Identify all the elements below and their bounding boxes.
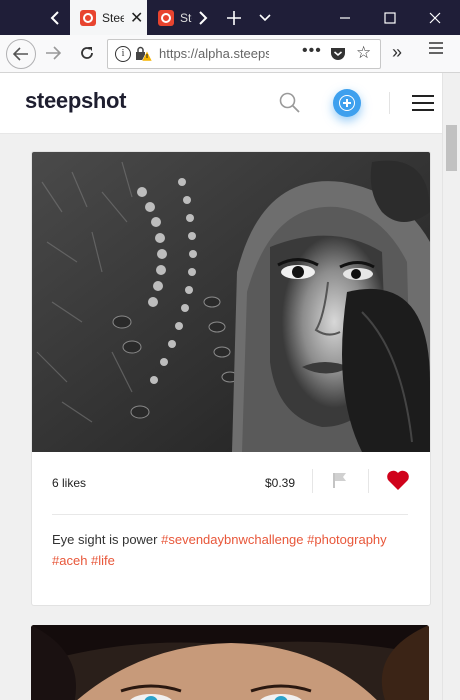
insecure-lock-icon[interactable] [135, 46, 153, 67]
post-photo[interactable] [32, 152, 430, 452]
back-button[interactable] [6, 39, 36, 69]
minimize-icon [340, 16, 350, 19]
next-post-photo[interactable] [31, 625, 429, 700]
arrow-left-icon [13, 47, 28, 61]
payout-amount: $0.39 [265, 476, 296, 490]
hashtag-link[interactable]: #aceh [52, 553, 87, 568]
scroll-tabs-right-button[interactable] [192, 0, 214, 35]
post-caption: Eye sight is power #sevendaybnwchallenge… [52, 529, 412, 571]
card-divider [52, 514, 408, 515]
chevron-down-icon [259, 13, 271, 21]
header-divider [389, 92, 390, 114]
scrollbar-thumb[interactable] [446, 125, 457, 171]
tab-title: Steepshot [180, 10, 192, 25]
pocket-icon[interactable] [330, 46, 346, 66]
minimize-window-button[interactable] [325, 0, 365, 35]
page-scrollbar[interactable] [442, 73, 460, 700]
hashtag-link[interactable]: #photography [307, 532, 387, 547]
chevron-right-icon [199, 10, 208, 25]
page-viewport: steepshot 6 likes $0.39 Eye sight is pow… [0, 73, 442, 700]
post-stats: 6 likes $0.39 [32, 452, 430, 514]
url-text[interactable]: https://alpha.steepshot.io [159, 46, 269, 61]
close-tab-icon[interactable]: ✕ [130, 8, 143, 28]
forward-button[interactable] [38, 38, 68, 68]
address-bar[interactable]: i https://alpha.steepshot.io ••• ☆ [107, 39, 381, 69]
new-tab-button[interactable] [220, 0, 248, 35]
hamburger-menu-icon[interactable] [428, 41, 444, 60]
hashtag-link[interactable]: #sevendaybnwchallenge [161, 532, 303, 547]
list-all-tabs-button[interactable] [254, 0, 276, 35]
reload-button[interactable] [72, 38, 102, 68]
stats-divider [368, 469, 369, 493]
site-info-icon[interactable]: i [115, 46, 131, 62]
page-actions-button[interactable]: ••• [302, 42, 322, 60]
site-header: steepshot [0, 73, 442, 134]
plus-icon [339, 95, 355, 111]
steepshot-favicon-icon [80, 9, 96, 26]
maximize-icon [384, 11, 396, 24]
likes-count[interactable]: 6 likes [52, 476, 86, 490]
stats-divider [312, 469, 313, 493]
plus-icon [227, 10, 241, 25]
tab-title: Steepshot [102, 10, 124, 25]
steepshot-favicon-icon [158, 9, 174, 26]
hashtag-link[interactable]: #life [91, 553, 115, 568]
maximize-window-button[interactable] [370, 0, 410, 35]
caption-text: Eye sight is power [52, 532, 158, 547]
tab-steepshot-inactive[interactable]: Steepshot [148, 0, 192, 35]
heart-icon [387, 470, 409, 490]
tab-strip: Steepshot ✕ Steepshot [0, 0, 460, 35]
bookmark-star-icon[interactable]: ☆ [356, 43, 371, 63]
site-menu-icon[interactable] [412, 95, 434, 116]
chevron-left-icon [50, 10, 59, 25]
post-card: 6 likes $0.39 Eye sight is power #sevend… [31, 151, 431, 606]
close-icon [429, 12, 441, 23]
arrow-right-icon [46, 46, 61, 60]
close-window-button[interactable] [415, 0, 455, 35]
steepshot-logo[interactable]: steepshot [25, 88, 127, 114]
flag-icon [333, 473, 346, 488]
tab-steepshot-active[interactable]: Steepshot ✕ [70, 0, 147, 35]
toolbar-overflow-icon[interactable]: » [392, 42, 402, 63]
reload-icon [81, 47, 93, 59]
create-post-button[interactable] [333, 89, 361, 117]
next-post-card[interactable] [31, 625, 429, 700]
like-button[interactable] [386, 469, 410, 496]
flag-button[interactable] [332, 472, 348, 493]
search-icon[interactable] [278, 91, 302, 120]
scroll-tabs-left-button[interactable] [40, 0, 70, 35]
navigation-toolbar: i https://alpha.steepshot.io ••• ☆ » [0, 35, 460, 73]
